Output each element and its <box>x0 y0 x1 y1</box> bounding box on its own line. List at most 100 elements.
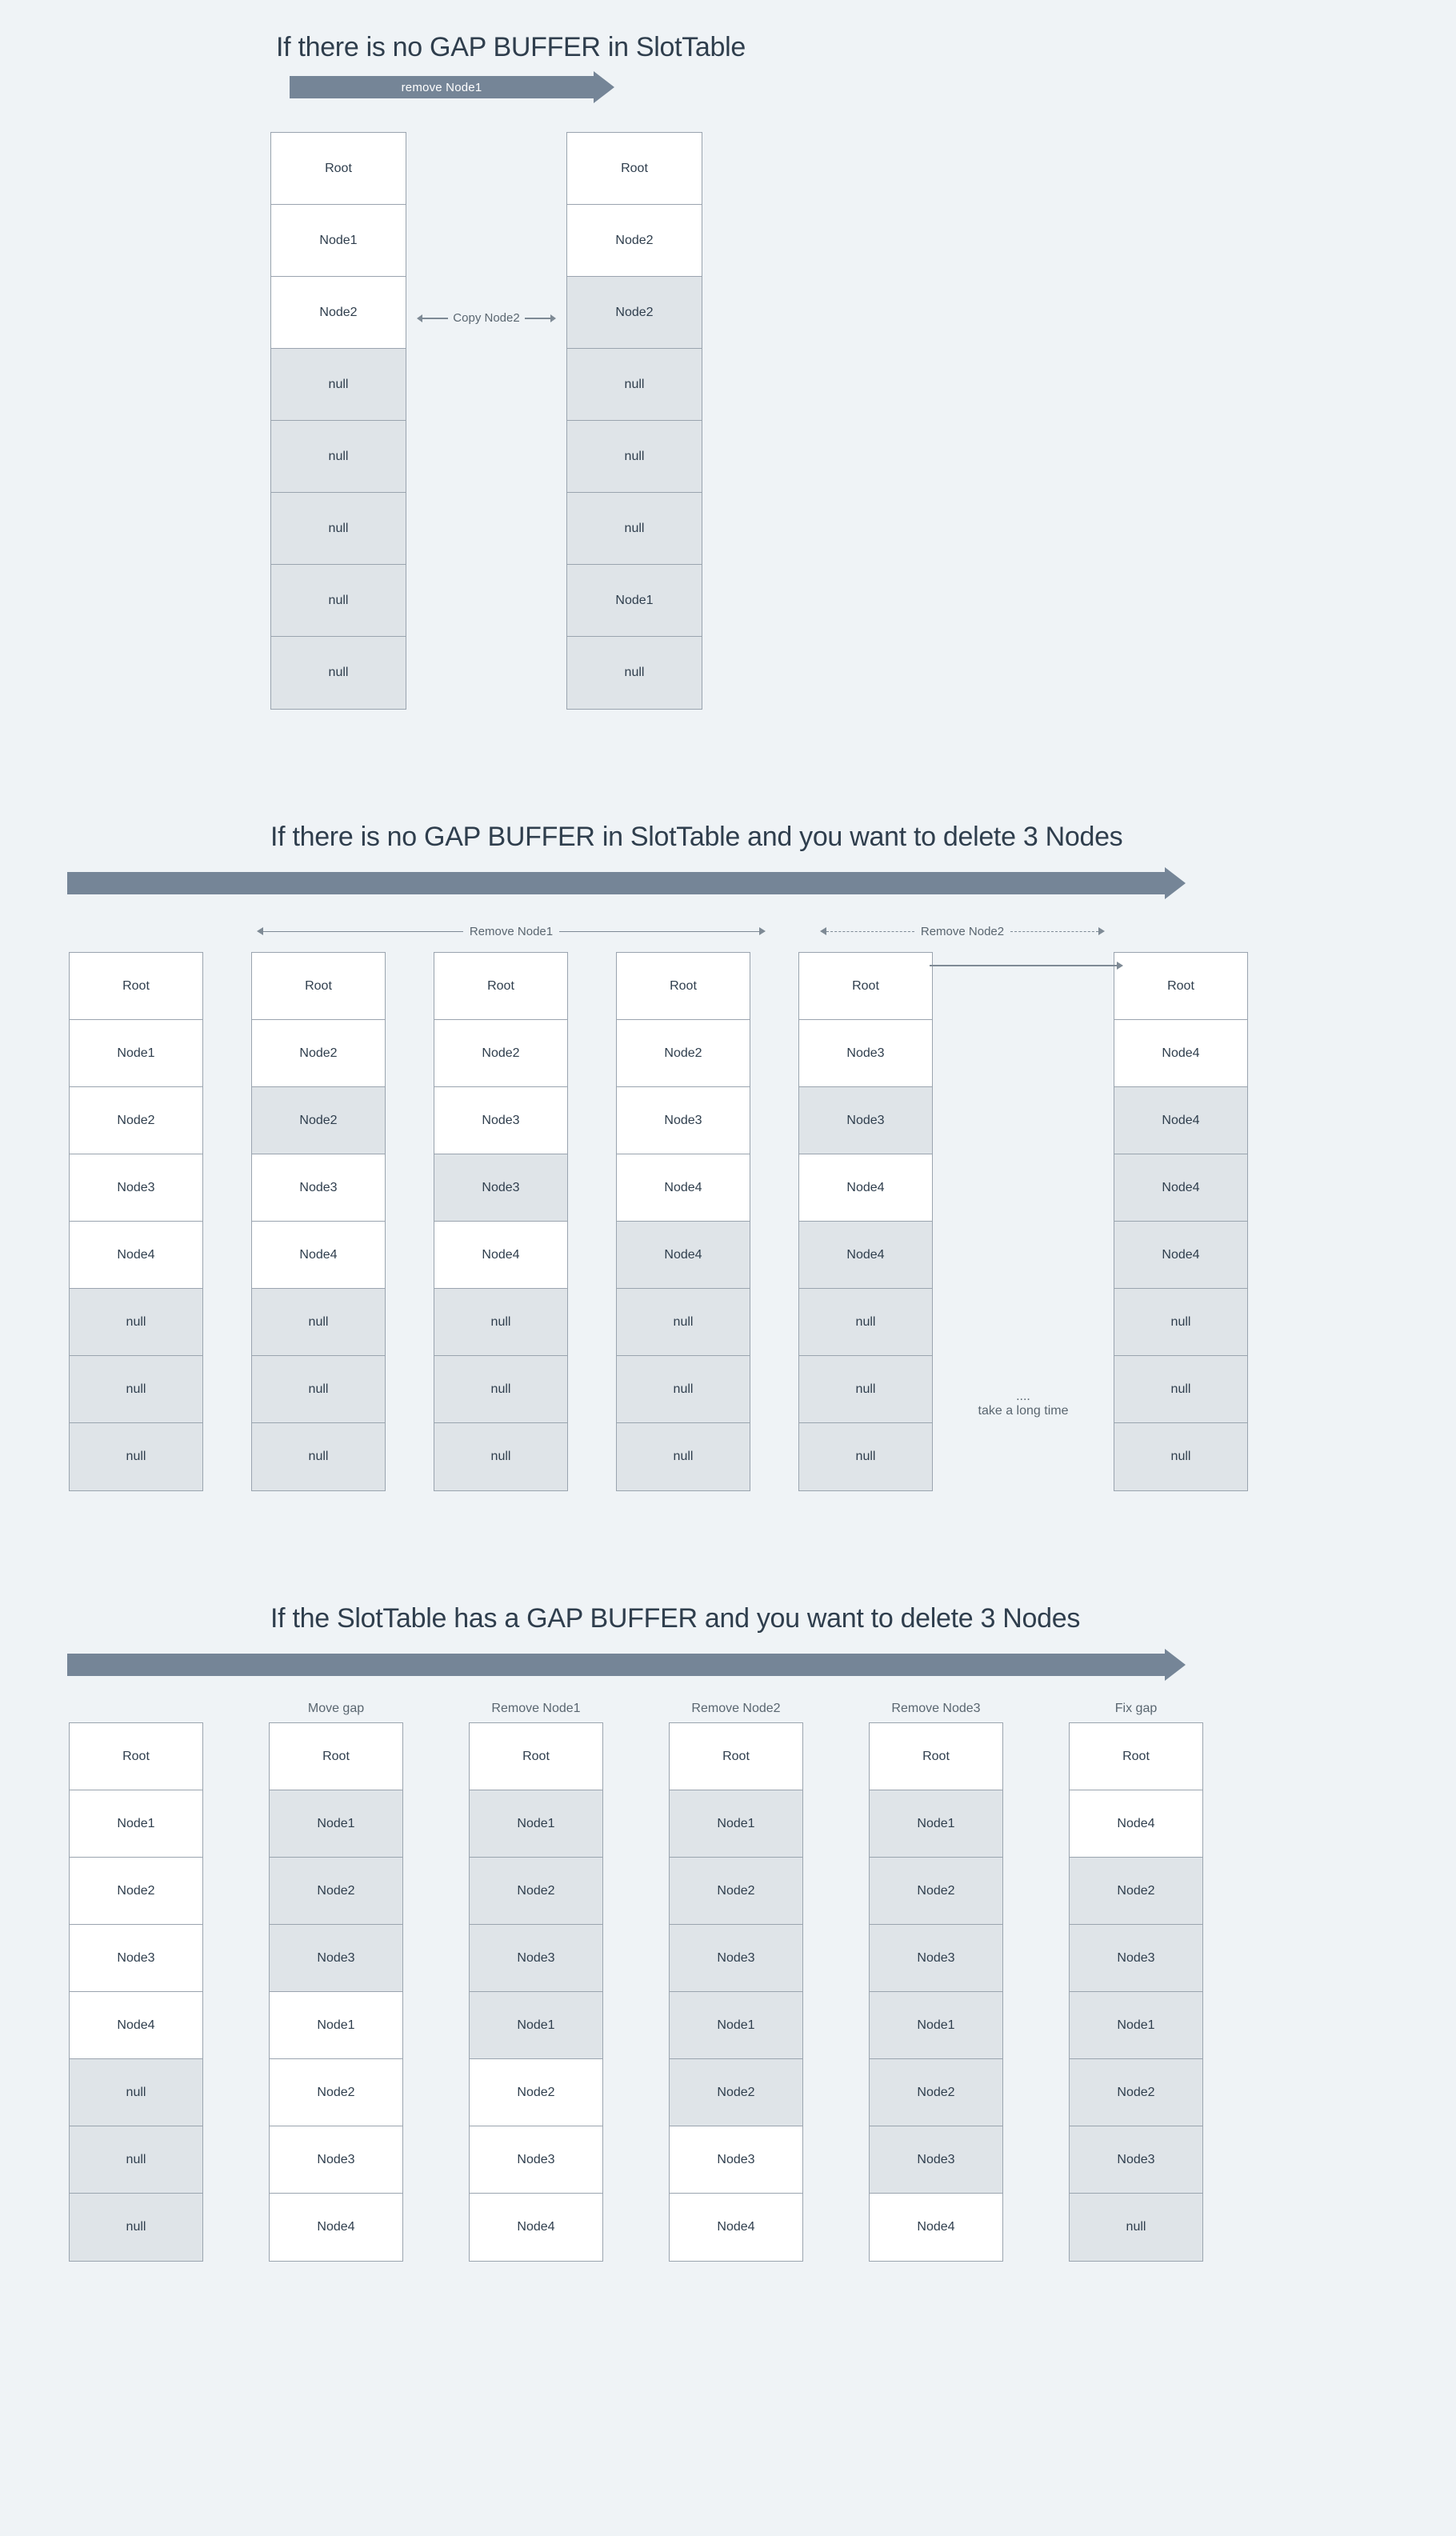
slot-cell: Node4 <box>1114 1222 1247 1289</box>
slot-cell: null <box>799 1423 932 1490</box>
slot-cell: null <box>271 493 406 565</box>
slot-cell: Root <box>270 1723 402 1790</box>
slot-cell: Node2 <box>1070 2059 1202 2126</box>
range-labels: Remove Node1 Remove Node2 <box>0 922 1456 941</box>
slot-cell: Node2 <box>870 1858 1002 1925</box>
slot-cell: Node2 <box>670 2059 802 2126</box>
slot-column: RootNode3Node3Node4Node4nullnullnull <box>798 952 933 1491</box>
column-header: Remove Node3 <box>869 1702 1003 1722</box>
slot-cell: Root <box>617 953 750 1020</box>
slot-cell: null <box>271 349 406 421</box>
slot-cell: Node3 <box>270 2126 402 2194</box>
slot-cell: null <box>70 2126 202 2194</box>
slot-column: RootNode4Node4Node4Node4nullnullnull <box>1114 952 1248 1491</box>
slot-cell: Node2 <box>271 277 406 349</box>
slot-cell: Root <box>271 133 406 205</box>
slot-cell: Node4 <box>1114 1020 1247 1087</box>
slot-column: RootNode2Node2Node3Node4nullnullnull <box>251 952 386 1491</box>
slot-column-before: RootNode1Node2nullnullnullnullnull <box>270 132 406 710</box>
slot-cell: Node3 <box>1070 1925 1202 1992</box>
slot-cell: null <box>271 421 406 493</box>
slot-cell: null <box>70 2059 202 2126</box>
column-header <box>69 1702 203 1708</box>
slot-cell: Node2 <box>270 2059 402 2126</box>
slot-column: RootNode1Node2Node3Node1Node2Node3Node4 <box>269 1722 403 2262</box>
slot-cell: null <box>799 1356 932 1423</box>
slot-cell: Node2 <box>470 2059 602 2126</box>
arrow-long <box>0 872 1456 894</box>
slot-cell: null <box>617 1289 750 1356</box>
slot-cell: Node1 <box>470 1992 602 2059</box>
slot-cell: Node1 <box>270 1790 402 1858</box>
slot-cell: null <box>252 1289 385 1356</box>
column-header: Remove Node1 <box>469 1702 603 1722</box>
copy-node2-label: Copy Node2 <box>406 311 566 325</box>
slot-cell: Node3 <box>70 1154 202 1222</box>
slot-cell: Node2 <box>252 1020 385 1087</box>
section-title: If there is no GAP BUFFER in SlotTable <box>276 32 1456 63</box>
slot-column: RootNode1Node2Node3Node1Node2Node3Node4 <box>869 1722 1003 2262</box>
slot-cell: Node2 <box>270 1858 402 1925</box>
slot-cell: Node3 <box>670 1925 802 1992</box>
slot-cell: null <box>1114 1423 1247 1490</box>
slot-cell: null <box>70 2194 202 2261</box>
slot-cell: Node1 <box>870 1992 1002 2059</box>
slot-cell: null <box>1114 1356 1247 1423</box>
range-remove-node1: Remove Node1 <box>470 925 553 938</box>
slot-column: RootNode1Node2Node3Node1Node2Node3Node4 <box>469 1722 603 2262</box>
slot-cell: Root <box>567 133 702 205</box>
slot-cell: null <box>799 1289 932 1356</box>
slot-cell: Node1 <box>670 1790 802 1858</box>
slot-cell: Node4 <box>670 2194 802 2261</box>
section-with-gap: If the SlotTable has a GAP BUFFER and yo… <box>0 1603 1456 2262</box>
slot-cell: Node4 <box>1070 1790 1202 1858</box>
take-long-time-label: .... take a long time <box>933 952 1114 1491</box>
slot-cell: Node4 <box>434 1222 567 1289</box>
slot-cell: Node3 <box>470 1925 602 1992</box>
slot-cell: Root <box>70 1723 202 1790</box>
slot-cell: Root <box>70 953 202 1020</box>
arrow-label: remove Node1 <box>402 81 482 94</box>
slot-cell: Node3 <box>670 2126 802 2194</box>
slot-cell: Node3 <box>799 1087 932 1154</box>
slot-cell: null <box>1070 2194 1202 2261</box>
slot-cell: Node3 <box>617 1087 750 1154</box>
slot-cell: null <box>252 1423 385 1490</box>
slot-cell: Node1 <box>70 1790 202 1858</box>
slot-cell: null <box>70 1423 202 1490</box>
slot-cell: Root <box>870 1723 1002 1790</box>
section-title: If the SlotTable has a GAP BUFFER and yo… <box>270 1603 1456 1634</box>
slot-cell: Node4 <box>617 1222 750 1289</box>
slot-cell: Node2 <box>434 1020 567 1087</box>
slot-cell: null <box>70 1289 202 1356</box>
slot-cell: Root <box>434 953 567 1020</box>
column-header: Remove Node2 <box>669 1702 803 1722</box>
section-no-gap-simple: If there is no GAP BUFFER in SlotTable r… <box>0 32 1456 710</box>
slot-column: RootNode4Node2Node3Node1Node2Node3null <box>1069 1722 1203 2262</box>
arrow-long <box>0 1654 1456 1676</box>
section-title: If there is no GAP BUFFER in SlotTable a… <box>270 822 1456 853</box>
slot-cell: Root <box>799 953 932 1020</box>
slot-cell: Node1 <box>271 205 406 277</box>
slot-cell: Node2 <box>670 1858 802 1925</box>
slot-cell: Node4 <box>270 2194 402 2261</box>
slot-cell: Node3 <box>252 1154 385 1222</box>
slot-column: RootNode1Node2Node3Node4nullnullnull <box>69 952 203 1491</box>
slot-cell: Node4 <box>1114 1087 1247 1154</box>
slot-cell: Node2 <box>567 277 702 349</box>
slot-cell: Node2 <box>617 1020 750 1087</box>
slot-cell: null <box>567 421 702 493</box>
slot-cell: null <box>70 1356 202 1423</box>
slot-cell: Node3 <box>870 2126 1002 2194</box>
arrow-remove-node1: remove Node1 <box>0 76 1456 98</box>
slot-cell: Node4 <box>70 1222 202 1289</box>
slot-cell: Node4 <box>799 1222 932 1289</box>
slot-cell: Node2 <box>252 1087 385 1154</box>
slot-cell: Node2 <box>1070 1858 1202 1925</box>
slot-cell: Node1 <box>470 1790 602 1858</box>
slot-cell: Root <box>670 1723 802 1790</box>
slot-cell: Node1 <box>670 1992 802 2059</box>
slot-cell: Node4 <box>617 1154 750 1222</box>
arrow-left-icon <box>422 318 448 319</box>
slot-cell: Node2 <box>870 2059 1002 2126</box>
